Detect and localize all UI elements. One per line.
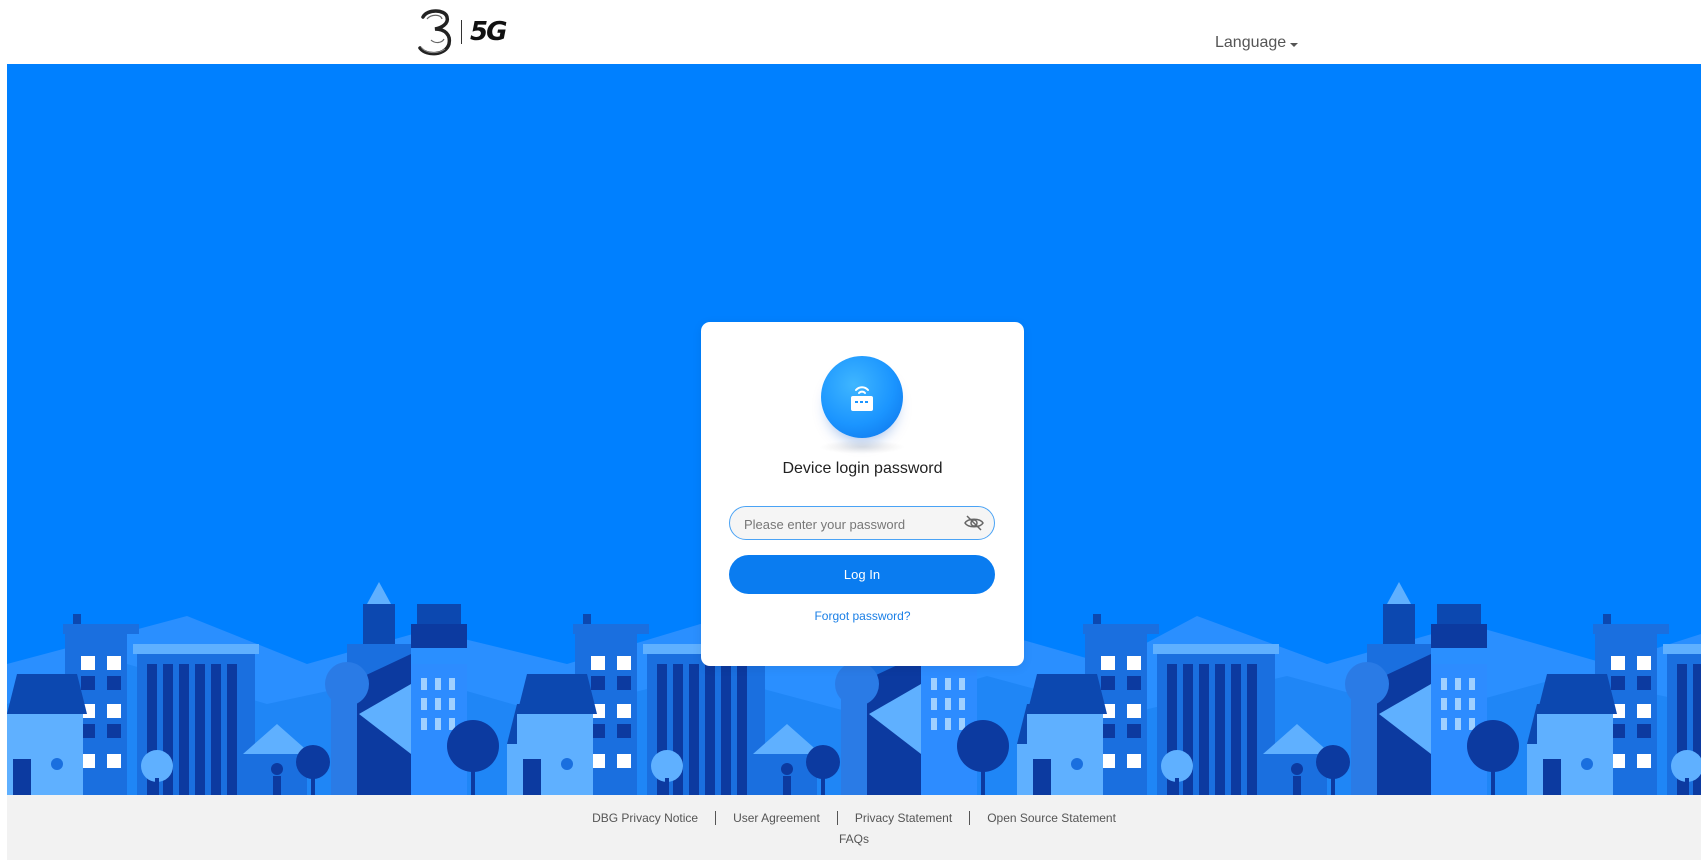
router-icon (821, 356, 903, 438)
three-logo-icon (418, 9, 452, 56)
caret-down-icon (1290, 42, 1299, 47)
footer-link-user-agreement[interactable]: User Agreement (716, 811, 837, 825)
login-title: Device login password (782, 460, 943, 477)
logo-5g-text: 5G (470, 17, 507, 47)
footer-link-dbg-privacy-notice[interactable]: DBG Privacy Notice (575, 811, 715, 825)
router-glyph-icon (851, 386, 873, 411)
footer-link-privacy-statement[interactable]: Privacy Statement (838, 811, 969, 825)
footer-link-open-source-statement[interactable]: Open Source Statement (970, 811, 1133, 825)
brand-logo: 5G (415, 6, 507, 58)
forgot-password-link[interactable]: Forgot password? (701, 609, 1024, 623)
language-dropdown[interactable]: Language (1215, 34, 1299, 52)
device-icon-shadow (819, 440, 905, 454)
footer: DBG Privacy Notice User Agreement Privac… (7, 795, 1701, 860)
hero-background: Device login password Log In Forgot pass… (7, 64, 1701, 795)
password-input[interactable] (742, 507, 956, 541)
eye-off-icon[interactable] (964, 514, 984, 532)
login-card: Device login password Log In Forgot pass… (701, 322, 1024, 666)
footer-links: DBG Privacy Notice User Agreement Privac… (7, 811, 1701, 825)
logo-divider (461, 20, 462, 44)
login-page: 5G Language Device login password Log In… (0, 0, 1701, 860)
language-label: Language (1215, 34, 1287, 51)
header: 5G Language (0, 0, 1701, 64)
password-field (729, 506, 995, 541)
footer-link-faqs[interactable]: FAQs (7, 832, 1701, 846)
login-button[interactable]: Log In (729, 555, 995, 594)
